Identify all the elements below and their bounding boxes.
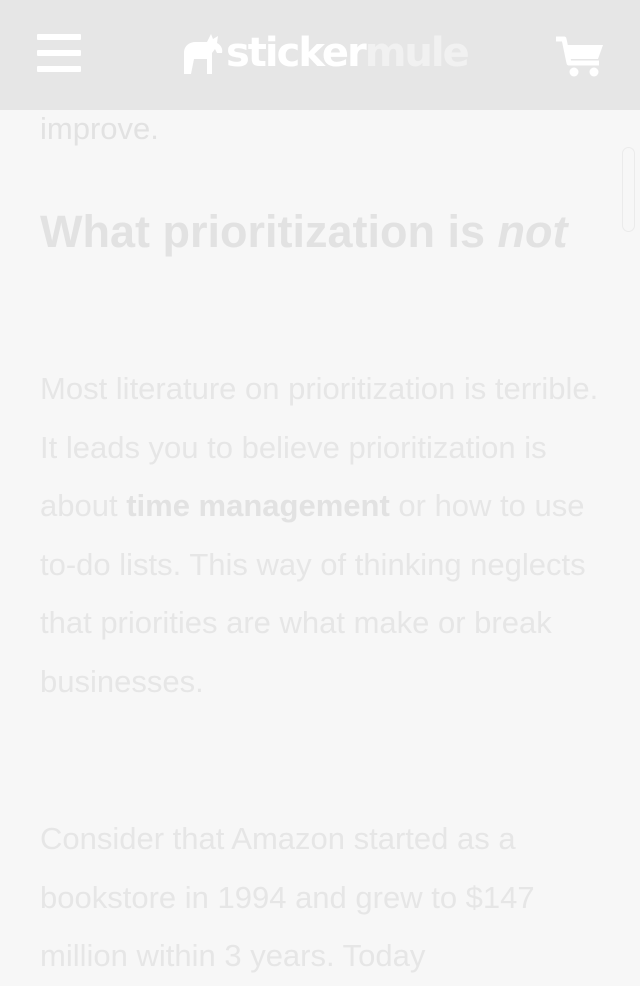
paragraph-prioritization: Most literature on prioritization is ter… [40,360,612,711]
top-navigation-bar: sticker mule [0,0,640,110]
heading-emphasis: not [497,206,568,257]
logo-word-sticker: sticker [226,30,367,76]
horse-logo-icon [184,34,223,74]
previous-paragraph-fragment: improve. [40,111,159,146]
heading-text: What prioritization is [40,206,498,257]
section-heading: What prioritization is not [40,198,600,266]
hamburger-menu-icon[interactable] [37,34,81,72]
stickermule-logo[interactable]: sticker mule [178,29,470,77]
shopping-cart-icon[interactable] [556,36,604,78]
paragraph-amazon: Consider that Amazon started as a bookst… [40,821,535,973]
scrollbar-thumb[interactable] [622,147,635,232]
bold-phrase-time-management: time management [126,488,390,523]
logo-word-mule: mule [364,30,470,76]
